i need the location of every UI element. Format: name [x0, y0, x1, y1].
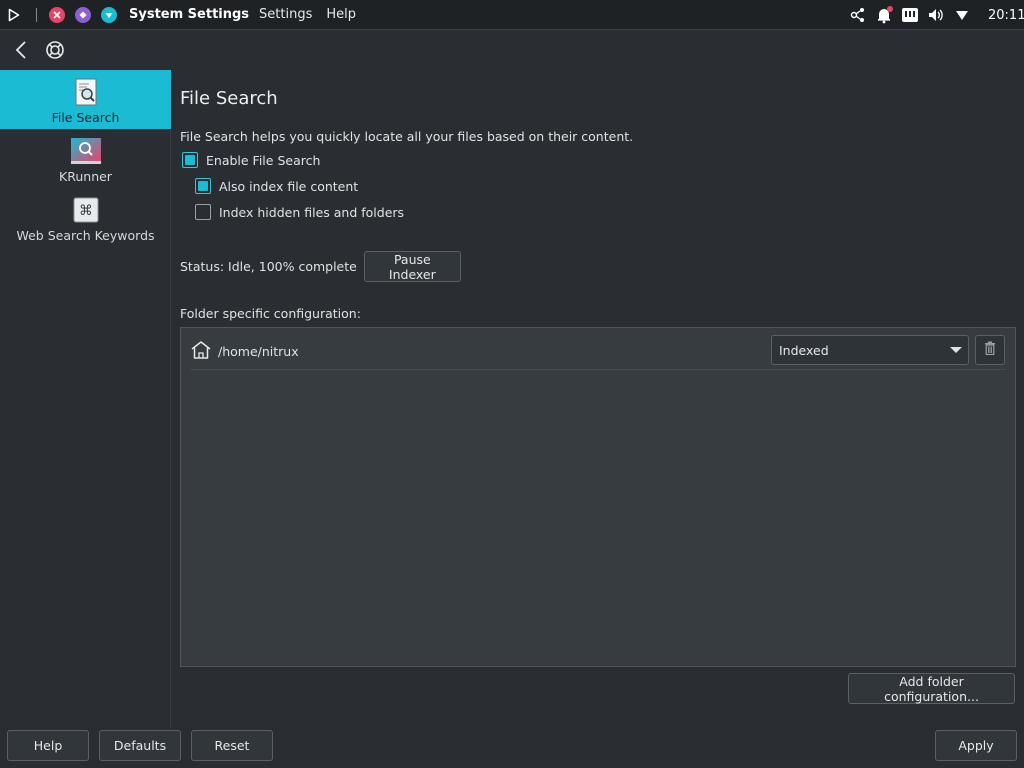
- maximize-window-icon[interactable]: [75, 6, 91, 23]
- sidebar-item-krunner[interactable]: KRunner: [0, 129, 171, 188]
- index-hidden-label: Index hidden files and folders: [219, 204, 405, 220]
- list-item[interactable]: /home/nitrux Indexed: [190, 334, 1006, 370]
- dialog-buttons: Help Defaults Reset Apply: [0, 728, 1024, 768]
- trash-icon: [984, 341, 996, 359]
- defaults-button[interactable]: Defaults: [99, 730, 181, 761]
- minimize-window-icon[interactable]: [101, 6, 117, 23]
- top-panel: System Settings Settings Help 20:11: [0, 0, 1024, 30]
- krunner-icon: [70, 137, 102, 165]
- folder-config-list[interactable]: /home/nitrux Indexed: [180, 327, 1016, 667]
- folder-config-label: Folder specific configuration:: [180, 306, 361, 321]
- main-content: File Search File Search helps you quickl…: [172, 70, 1024, 728]
- network-share-icon[interactable]: [848, 5, 868, 25]
- close-window-icon[interactable]: [49, 6, 65, 23]
- index-mode-select[interactable]: Indexed: [771, 335, 969, 365]
- index-content-row[interactable]: Also index file content: [195, 178, 358, 194]
- sidebar-item-label: Web Search Keywords: [16, 228, 155, 243]
- delete-folder-button[interactable]: [975, 335, 1005, 365]
- notifications-icon[interactable]: [874, 5, 894, 25]
- panel-separator: [36, 7, 37, 22]
- command-key-icon: ⌘: [70, 196, 102, 224]
- page-description: File Search helps you quickly locate all…: [180, 129, 634, 144]
- file-search-icon: [70, 78, 102, 106]
- volume-icon[interactable]: [926, 5, 946, 25]
- sidebar-item-web-search-keywords[interactable]: ⌘ Web Search Keywords: [0, 188, 171, 247]
- menu-settings[interactable]: Settings: [259, 7, 312, 22]
- pause-indexer-button[interactable]: Pause Indexer: [363, 251, 461, 282]
- keyboard-layout-icon[interactable]: [900, 5, 920, 25]
- enable-file-search-checkbox[interactable]: [182, 152, 198, 168]
- window-toolbar: [0, 30, 1024, 70]
- enable-file-search-row[interactable]: Enable File Search: [182, 152, 320, 168]
- app-title: System Settings: [129, 7, 250, 22]
- index-content-label: Also index file content: [219, 178, 359, 194]
- sidebar: File Search KRunner ⌘ Web Search Keyword…: [0, 70, 171, 728]
- help-button[interactable]: Help: [7, 730, 89, 761]
- back-icon[interactable]: [8, 37, 34, 63]
- reset-button[interactable]: Reset: [191, 730, 273, 761]
- index-content-checkbox[interactable]: [195, 178, 211, 194]
- help-lifebuoy-icon[interactable]: [42, 37, 68, 63]
- clock[interactable]: 20:11: [988, 8, 1024, 23]
- apply-button[interactable]: Apply: [935, 730, 1017, 761]
- home-folder-icon: [190, 340, 212, 364]
- index-mode-value: Indexed: [779, 342, 829, 358]
- indexer-status: Status: Idle, 100% complete: [180, 259, 357, 274]
- sidebar-item-label: File Search: [51, 110, 120, 125]
- sidebar-item-file-search[interactable]: File Search: [0, 70, 171, 129]
- launcher-icon[interactable]: [2, 0, 26, 30]
- index-hidden-checkbox[interactable]: [195, 204, 211, 220]
- folder-path: /home/nitrux: [218, 344, 299, 359]
- network-wifi-icon[interactable]: [952, 5, 972, 25]
- status-row: Status: Idle, 100% complete Pause Indexe…: [180, 251, 461, 282]
- index-hidden-row[interactable]: Index hidden files and folders: [195, 204, 404, 220]
- chevron-down-icon: [950, 347, 962, 353]
- page-title: File Search: [180, 88, 278, 109]
- sidebar-item-label: KRunner: [59, 169, 112, 184]
- add-folder-config-button[interactable]: Add folder configuration...: [848, 673, 1015, 704]
- enable-file-search-label: Enable File Search: [206, 152, 321, 168]
- svg-text:⌘: ⌘: [79, 203, 93, 219]
- menu-help[interactable]: Help: [326, 7, 356, 22]
